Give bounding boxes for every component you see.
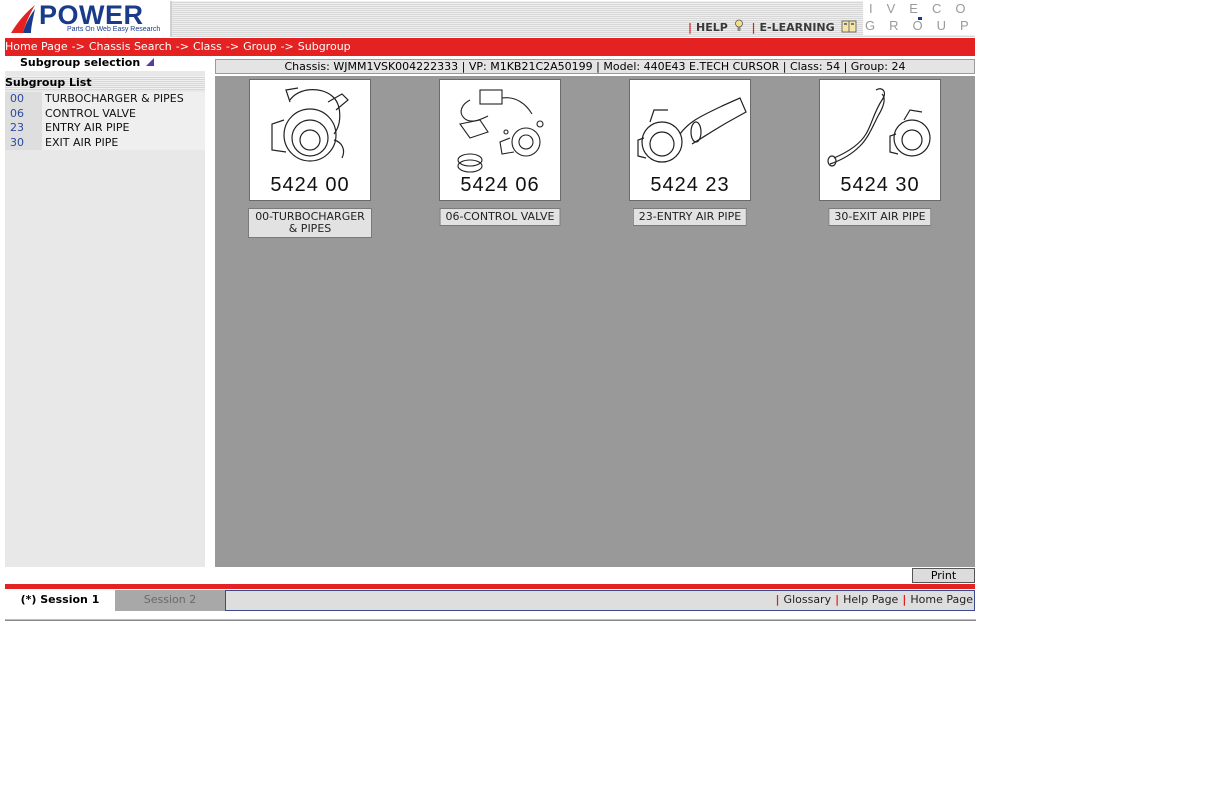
drawing-number: 5424 23 <box>650 174 730 196</box>
control-valve-drawing[interactable]: 5424 06 <box>439 79 561 201</box>
subgroup-code[interactable]: 06 <box>5 106 42 121</box>
brand-top-text: IVECO <box>869 1 980 16</box>
caption-button-turbocharger[interactable]: 00-TURBOCHARGER & PIPES <box>248 208 372 238</box>
logo-swoosh-icon <box>11 5 35 33</box>
logo-tagline: Parts On Web Easy Research <box>67 26 161 33</box>
print-button[interactable]: Print <box>912 568 975 583</box>
breadcrumb-separator: -> <box>225 40 240 53</box>
power-logo[interactable]: POWER Parts On Web Easy Research <box>5 0 172 37</box>
subgroup-selection-title: Subgroup selection <box>20 56 141 69</box>
glossary-link[interactable]: Glossary <box>784 593 832 606</box>
drawing-number: 5424 30 <box>840 174 920 196</box>
e-learning-link[interactable]: E-LEARNING <box>760 21 835 34</box>
entry-air-pipe-drawing[interactable]: 5424 23 <box>629 79 751 201</box>
link-separator: | <box>902 593 907 606</box>
drawing-number: 5424 00 <box>270 174 350 196</box>
control-valve-illustration-icon <box>457 89 544 173</box>
link-separator: | <box>775 593 780 606</box>
subgroup-card-turbocharger: 5424 00 00-TURBOCHARGER & PIPES <box>215 76 405 246</box>
turbocharger-illustration-icon <box>271 87 349 162</box>
help-page-link[interactable]: Help Page <box>843 593 898 606</box>
corner-triangle-icon <box>146 58 155 66</box>
help-link[interactable]: HELP <box>696 21 728 34</box>
caption-button-control-valve[interactable]: 06-CONTROL VALVE <box>439 208 561 226</box>
caption-button-entry-air-pipe[interactable]: 23-ENTRY AIR PIPE <box>632 208 748 226</box>
home-page-link[interactable]: Home Page <box>910 593 973 606</box>
exit-air-pipe-illustration-icon <box>827 88 931 167</box>
subgroup-gallery: 5424 00 00-TURBOCHARGER & PIPES 5424 06 … <box>215 76 975 567</box>
breadcrumb-home[interactable]: Home Page <box>5 40 68 53</box>
entry-air-pipe-illustration-icon <box>637 97 747 163</box>
subgroup-list: 00 TURBOCHARGER & PIPES 06 CONTROL VALVE… <box>5 92 205 150</box>
subgroup-list-title: Subgroup List <box>5 76 205 90</box>
subgroup-name[interactable]: TURBOCHARGER & PIPES <box>42 92 205 107</box>
subgroup-card-control-valve: 5424 06 06-CONTROL VALVE <box>405 76 595 246</box>
turbocharger-drawing[interactable]: 5424 00 <box>249 79 371 201</box>
breadcrumb-group[interactable]: Group <box>243 40 277 53</box>
subgroup-item-control-valve[interactable]: 06 CONTROL VALVE <box>5 106 205 121</box>
subgroup-card-exit-air-pipe: 5424 30 30-EXIT AIR PIPE <box>785 76 975 246</box>
bottom-rule <box>5 619 976 621</box>
subgroup-name[interactable]: EXIT AIR PIPE <box>42 135 205 150</box>
caption-button-exit-air-pipe[interactable]: 30-EXIT AIR PIPE <box>828 208 932 226</box>
breadcrumb: Home Page -> Chassis Search -> Class -> Group -… <box>5 38 975 56</box>
header-banner: POWER Parts On Web Easy Research | HELP |… <box>5 0 975 37</box>
drawing-number: 5424 06 <box>460 174 540 196</box>
subgroup-selection-header[interactable]: Subgroup selection <box>5 56 205 71</box>
breadcrumb-separator: -> <box>175 40 189 53</box>
footer-links: | Glossary | Help Page | Home Page <box>225 590 975 611</box>
link-separator: | <box>835 593 840 606</box>
brand-bottom-text: GROUP <box>865 18 983 33</box>
subgroup-code[interactable]: 30 <box>5 135 42 150</box>
subgroup-code[interactable]: 23 <box>5 121 42 136</box>
subgroup-sidebar: Subgroup selection Subgroup List 00 TURB… <box>5 56 205 567</box>
breadcrumb-separator: -> <box>280 40 294 53</box>
subgroup-name[interactable]: CONTROL VALVE <box>42 106 205 121</box>
footer-divider <box>5 584 975 589</box>
session-1-tab[interactable]: (*) Session 1 <box>5 590 115 611</box>
subgroup-item-exit-air-pipe[interactable]: 30 EXIT AIR PIPE <box>5 135 205 150</box>
breadcrumb-separator: -> <box>71 40 85 53</box>
breadcrumb-chassis-search[interactable]: Chassis Search <box>89 40 172 53</box>
subgroup-name[interactable]: ENTRY AIR PIPE <box>42 121 205 136</box>
chassis-info-bar: Chassis: WJMM1VSK004222333 | VP: M1KB21C… <box>215 59 975 74</box>
subgroup-item-entry-air-pipe[interactable]: 23 ENTRY AIR PIPE <box>5 121 205 136</box>
iveco-group-logo: IVECO GROUP <box>863 1 975 35</box>
subgroup-item-turbocharger[interactable]: 00 TURBOCHARGER & PIPES <box>5 92 205 107</box>
top-links: | HELP | E-LEARNING <box>688 19 857 35</box>
breadcrumb-class[interactable]: Class <box>193 40 222 53</box>
subgroup-code[interactable]: 00 <box>5 92 42 107</box>
link-separator: | <box>688 21 693 34</box>
session-2-tab[interactable]: Session 2 <box>115 590 225 611</box>
help-bulb-icon <box>734 19 743 31</box>
breadcrumb-subgroup: Subgroup <box>297 40 351 53</box>
subgroup-card-entry-air-pipe: 5424 23 23-ENTRY AIR PIPE <box>595 76 785 246</box>
e-learning-book-icon <box>841 20 856 33</box>
exit-air-pipe-drawing[interactable]: 5424 30 <box>819 79 941 201</box>
link-separator: | <box>751 21 756 34</box>
